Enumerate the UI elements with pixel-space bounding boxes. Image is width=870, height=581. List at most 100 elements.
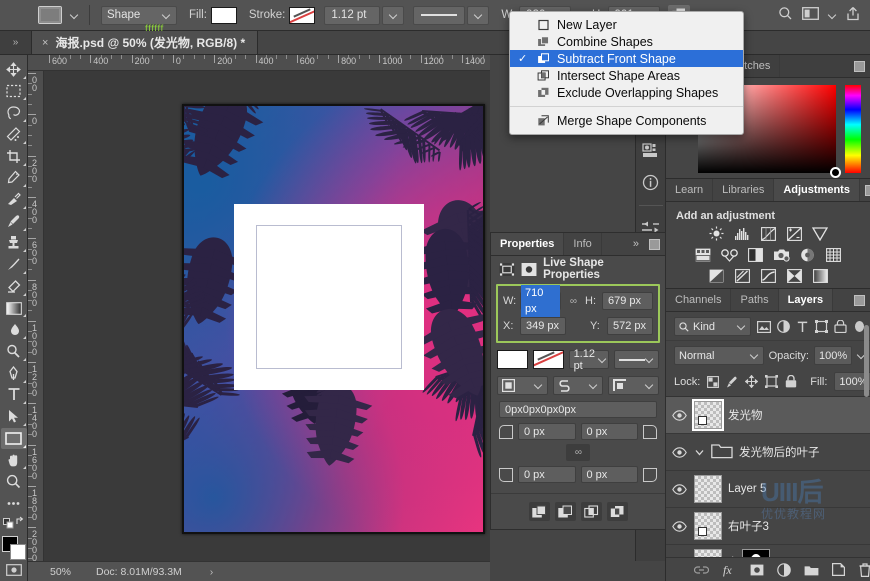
share-icon[interactable] <box>846 6 860 24</box>
layer-row[interactable]: 发光物 <box>666 397 870 434</box>
layer-style-icon[interactable]: fx <box>722 562 737 578</box>
gradient-tool[interactable] <box>1 298 27 319</box>
history-brush-tool[interactable] <box>1 254 27 275</box>
combine-shapes-icon[interactable] <box>528 502 550 521</box>
crop-tool[interactable] <box>1 146 27 167</box>
vibrance-icon[interactable] <box>812 226 829 241</box>
menu-item-intersect-shape-areas[interactable]: Intersect Shape Areas <box>510 67 743 84</box>
tab-channels[interactable]: Channels <box>666 289 732 311</box>
tab-paths[interactable]: Paths <box>731 289 779 311</box>
eye-icon[interactable] <box>670 483 688 495</box>
shape-y-field[interactable]: 572 px <box>607 317 653 335</box>
tab-adjustments[interactable]: Adjustments <box>774 179 860 201</box>
color-lookup-icon[interactable] <box>825 247 842 262</box>
document-tab[interactable]: × 海报.psd @ 50% (发光物, RGB/8) * <box>32 31 259 54</box>
type-filter-icon[interactable] <box>796 319 809 334</box>
tab-learn[interactable]: Learn <box>666 179 714 201</box>
menu-item-combine-shapes[interactable]: Combine Shapes <box>510 33 743 50</box>
menu-item-merge-shape-components[interactable]: Merge Shape Components <box>510 112 743 129</box>
canvas-area[interactable] <box>44 71 490 561</box>
brightness-contrast-icon[interactable] <box>708 226 725 241</box>
subtract-front-shape-icon[interactable] <box>554 502 576 521</box>
hand-tool[interactable] <box>1 450 27 471</box>
path-operations-menu[interactable]: New Layer Combine Shapes ✓ Subtract Front S… <box>509 11 744 135</box>
lock-all-icon[interactable] <box>785 375 797 389</box>
exclude-overlapping-shapes-icon[interactable] <box>606 502 628 521</box>
filter-kind-select[interactable]: Kind <box>674 317 752 336</box>
link-radii-button[interactable]: ∞ <box>566 444 590 461</box>
shape-x-field[interactable]: 349 px <box>520 317 566 335</box>
type-tool[interactable] <box>1 385 27 406</box>
posterize-icon[interactable] <box>734 268 751 283</box>
layers-scrollbar[interactable] <box>864 289 869 459</box>
exposure-icon[interactable] <box>786 226 803 241</box>
lock-image-pixels-icon[interactable] <box>726 375 738 389</box>
white-shape-frame[interactable] <box>234 204 424 390</box>
props-stroke-swatch[interactable] <box>532 350 564 369</box>
lock-artboard-nesting-icon[interactable] <box>765 375 779 389</box>
background-color-swatch[interactable] <box>9 543 26 560</box>
delete-layer-icon[interactable] <box>858 562 870 578</box>
tool-preset-picker[interactable] <box>38 6 62 24</box>
layer-thumbnail[interactable] <box>694 512 722 540</box>
layer-thumbnail[interactable] <box>692 399 724 431</box>
hue-saturation-icon[interactable] <box>695 247 712 262</box>
eraser-tool[interactable] <box>1 276 27 297</box>
layer-row[interactable]: 右叶子3 <box>666 508 870 545</box>
layer-mask-icon[interactable] <box>750 562 764 578</box>
layer-thumbnail[interactable] <box>694 475 722 503</box>
rectangle-tool[interactable] <box>0 427 27 449</box>
adjustments-panel-menu-icon[interactable] <box>860 179 870 201</box>
fill-swatch[interactable] <box>210 6 237 24</box>
tab-info[interactable]: Info <box>564 233 602 255</box>
stroke-corner-select[interactable] <box>608 376 660 395</box>
tab-libraries[interactable]: Libraries <box>713 179 775 201</box>
eye-icon[interactable] <box>670 446 688 458</box>
link-aspect-icon[interactable]: ∞ <box>565 296 581 307</box>
shape-mode-select[interactable]: Shape <box>101 5 177 25</box>
artboard[interactable] <box>182 104 485 534</box>
pixel-filter-icon[interactable] <box>757 319 772 334</box>
opacity-field[interactable]: 100% <box>813 346 853 365</box>
stroke-align-select[interactable] <box>497 376 548 395</box>
smart-object-filter-icon[interactable] <box>834 319 847 334</box>
zoom-level[interactable]: 50% <box>28 566 88 578</box>
filter-enable-toggle[interactable] <box>854 321 864 332</box>
channel-mixer-icon[interactable] <box>799 247 816 262</box>
eye-icon[interactable] <box>670 520 688 532</box>
curves-icon[interactable] <box>760 226 777 241</box>
search-icon[interactable] <box>778 6 793 24</box>
stroke-width-field[interactable]: 1.12 pt <box>324 5 381 25</box>
photo-filter-icon[interactable] <box>773 247 790 262</box>
stroke-swatch[interactable] <box>289 6 316 24</box>
hue-slider[interactable] <box>845 85 861 173</box>
invert-icon[interactable] <box>708 268 725 283</box>
rectangular-marquee-tool[interactable] <box>1 81 27 102</box>
move-tool[interactable] <box>1 59 27 80</box>
chevron-down-icon[interactable] <box>828 11 837 20</box>
healing-brush-tool[interactable] <box>1 189 27 210</box>
stroke-width-stepper[interactable] <box>382 5 405 25</box>
color-panel-menu-icon[interactable] <box>849 55 870 77</box>
clone-stamp-tool[interactable] <box>1 233 27 254</box>
menu-item-new-layer[interactable]: New Layer <box>510 16 743 33</box>
status-expand-icon[interactable]: › <box>210 566 214 578</box>
threshold-icon[interactable] <box>760 268 777 283</box>
layer-row[interactable]: Layer 5 <box>666 471 870 508</box>
shape-filter-icon[interactable] <box>814 319 828 334</box>
menu-item-exclude-overlapping-shapes[interactable]: Exclude Overlapping Shapes <box>510 84 743 101</box>
tool-preset-chevron-icon[interactable] <box>70 11 79 20</box>
adjustment-filter-icon[interactable] <box>777 319 791 334</box>
edit-toolbar-tool[interactable] <box>1 493 27 514</box>
eye-icon[interactable] <box>670 409 688 421</box>
corner-radius-summary[interactable]: 0px0px0px0px <box>499 401 657 418</box>
blur-tool[interactable] <box>1 319 27 340</box>
stroke-style-dropdown[interactable] <box>467 5 490 25</box>
new-group-icon[interactable] <box>804 562 819 578</box>
black-and-white-icon[interactable] <box>747 247 764 262</box>
lasso-tool[interactable] <box>1 102 27 123</box>
properties-panel-menu-icon[interactable] <box>644 233 665 255</box>
tab-layers[interactable]: Layers <box>778 289 834 311</box>
workspace-icon[interactable] <box>802 7 819 23</box>
lock-transparent-pixels-icon[interactable] <box>707 375 720 389</box>
